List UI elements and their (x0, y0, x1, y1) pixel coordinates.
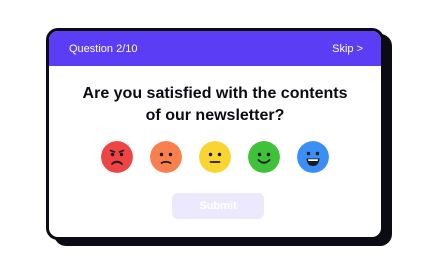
skip-link[interactable]: Skip > (332, 43, 363, 55)
survey-stage: Question 2/10 Skip > Are you satisfied w… (0, 0, 432, 270)
survey-header: Question 2/10 Skip > (49, 31, 381, 66)
neutral-face-icon[interactable] (199, 141, 231, 173)
survey-card: Question 2/10 Skip > Are you satisfied w… (46, 28, 384, 240)
question-text: Are you satisfied with the contents of o… (49, 83, 381, 127)
question-progress: Question 2/10 (69, 42, 138, 55)
question-line-2: of our newsletter? (145, 107, 285, 124)
submit-button[interactable]: Submit (172, 193, 264, 219)
unsatisfied-face-icon[interactable] (150, 141, 182, 173)
very-satisfied-face-icon[interactable] (297, 141, 329, 173)
question-line-1: Are you satisfied with the contents (82, 85, 348, 102)
very-unsatisfied-face-icon[interactable] (101, 141, 133, 173)
rating-options (49, 141, 381, 173)
satisfied-face-icon[interactable] (248, 141, 280, 173)
